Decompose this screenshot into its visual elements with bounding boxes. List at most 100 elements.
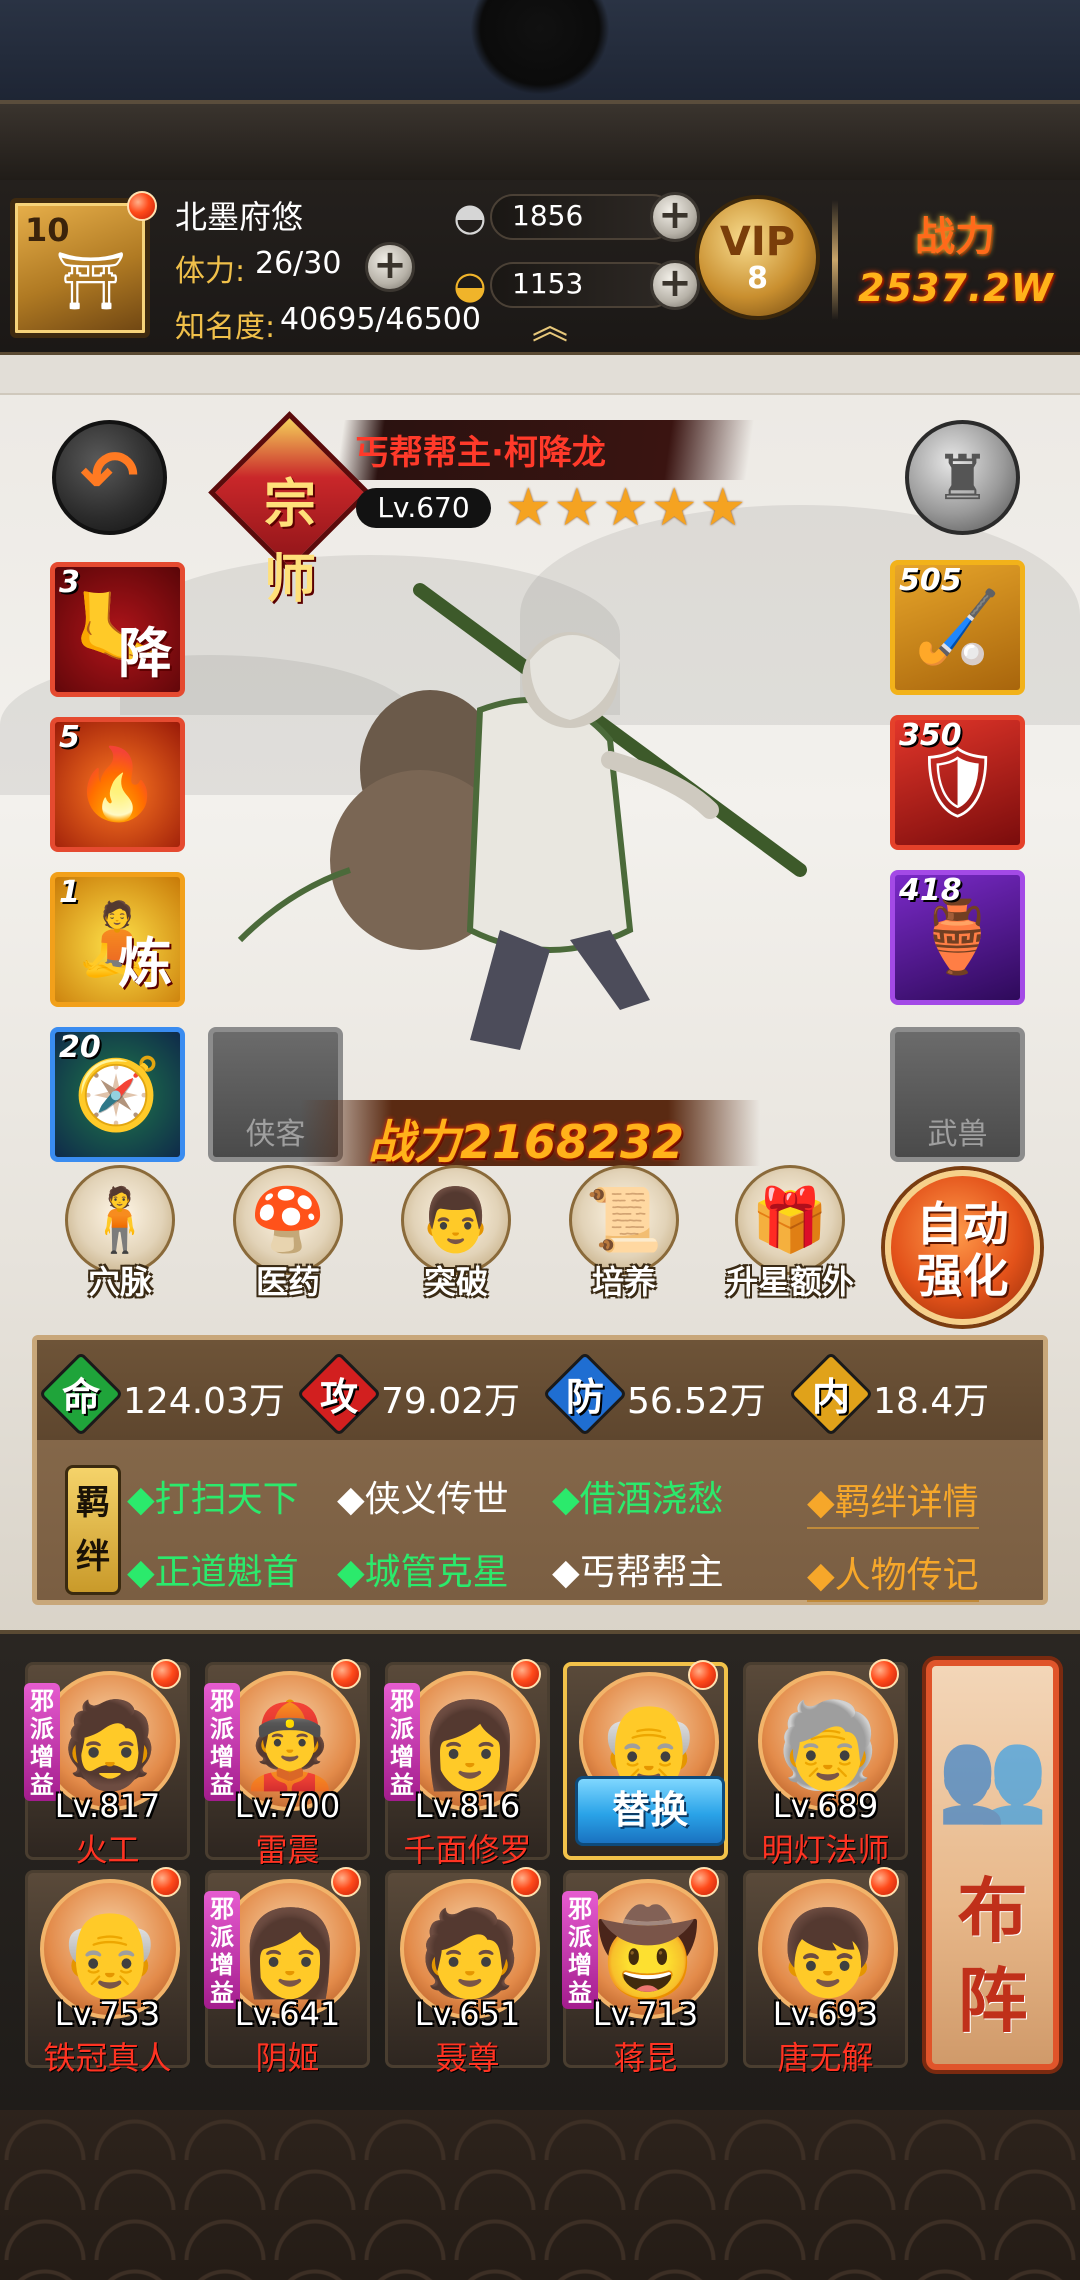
hero-card[interactable]: 👩 邪派增益 Lv.641 阴姬 [204,1867,370,2077]
defense-char: 防 [565,1375,604,1419]
add-gold-button[interactable]: + [650,260,700,310]
add-silver-button[interactable]: + [650,192,700,242]
hero-card-name: 阴姬 [255,2039,320,2077]
hero-card[interactable]: 🧓 Lv.689 明灯法师 [743,1659,908,1869]
equip-slot-weapon[interactable]: 🏑 505 [890,560,1025,695]
skill-level: 1 [59,875,80,910]
skill-slot-2[interactable]: 🔥 5 [50,717,185,852]
gold-amount: 1153 [512,267,584,300]
hero-card[interactable]: 👦 Lv.693 唐无解 [743,1867,908,2077]
notification-dot [127,191,157,221]
notification-dot [331,1867,361,1897]
skill-level: 20 [59,1030,101,1065]
beast-slot[interactable]: 武兽 [890,1027,1025,1162]
pagoda-icon: ⛩ [55,249,127,314]
skill-level: 3 [59,565,80,600]
action-breakthrough[interactable]: 👨 突破 [386,1165,526,1325]
bond-item[interactable]: ◆侠义传世 [337,1470,509,1522]
add-stamina-button[interactable]: + [365,242,415,292]
bond-item[interactable]: ◆丐帮帮主 [552,1543,724,1595]
equip-slot-vessel[interactable]: 🏺 418 [890,870,1025,1005]
gold-ingot-icon: ◒ [453,263,487,307]
hero-card-level: Lv.753 [54,1995,161,2033]
hero-card[interactable]: 🧑 Lv.651 聂尊 [385,1867,550,2077]
hero-card-level: Lv.816 [414,1787,521,1825]
back-button[interactable]: ↶ [52,420,167,535]
silver-ingot-icon: ◓ [453,195,487,239]
action-label: 医药 [255,1263,320,1301]
bond-tag: 羁 绊 [65,1465,121,1595]
hero-card[interactable]: 🧔 邪派增益 Lv.817 火工 [24,1659,190,1869]
stats-panel: 命 124.03万 攻 79.02万 防 56.52万 内 18.4万 羁 绊 … [32,1335,1048,1605]
bond-detail-link[interactable]: ◆羁绊详情 [807,1473,979,1529]
notification-dot [869,1867,899,1897]
hero-name: 丐帮帮主·柯降龙 [355,433,606,473]
equip-level: 418 [899,873,962,908]
notification-dot [151,1659,181,1689]
notification-dot [689,1867,719,1897]
skill-slot-4[interactable]: 🧭 20 [50,1027,185,1162]
hero-figure [237,583,807,1050]
vip-level: 8 [747,261,768,296]
hero-card[interactable]: 🤠 邪派增益 Lv.713 蒋昆 [562,1867,728,2077]
skill-slot-1[interactable]: 🦶 3 降 [50,562,185,697]
defense-value: 56.52万 [627,1381,767,1422]
formation-button[interactable]: 👥 布阵 [926,1660,1059,2070]
action-train[interactable]: 📜 培养 [554,1165,694,1325]
auto-enhance-button[interactable]: 自动 强化 [885,1170,1040,1325]
hero-card[interactable]: 👴 Lv.753 铁冠真人 [25,1867,190,2077]
hero-card-name: 火工 [75,1831,140,1869]
action-label: 升星额外 [725,1263,854,1301]
header-divider [832,200,838,320]
replace-button[interactable]: 替换 [575,1776,725,1846]
hero-card-level: Lv.713 [592,1995,699,2033]
stage-top-bar [0,355,1080,395]
hero-card-name: 雷震 [255,1831,320,1869]
action-label: 培养 [591,1263,656,1301]
player-name: 北墨府悠 [175,198,304,236]
bond-tag-2: 绊 [76,1537,110,1577]
evil-boost-tag: 邪派增益 [562,1891,598,2009]
skill-level: 5 [59,720,80,755]
collapse-arrow-icon[interactable]: ︽ [520,309,580,345]
guardian-icon[interactable]: ♜ [905,420,1020,535]
action-label: 穴脉 [87,1263,152,1301]
hero-power: 战力2168232 [368,1115,685,1169]
action-medicine[interactable]: 🍄 医药 [218,1165,358,1325]
evil-boost-tag: 邪派增益 [24,1683,60,1801]
notification-dot [688,1660,718,1690]
total-power-value: 2537.2W [858,266,1054,310]
evil-boost-tag: 邪派增益 [204,1891,240,2009]
formation-label: 布阵 [957,1870,1028,2042]
vip-badge[interactable]: VIP 8 [695,195,820,320]
attack-value: 79.02万 [381,1381,521,1422]
hero-card[interactable]: 👲 邪派增益 Lv.700 雷震 [204,1659,370,1869]
skill-glyph: 炼 [118,932,172,995]
hero-card-level: Lv.641 [234,1995,341,2033]
roof-ornament [470,0,610,95]
notification-dot [511,1867,541,1897]
biography-link[interactable]: ◆人物传记 [807,1546,979,1602]
action-meridian[interactable]: 🧍 穴脉 [50,1165,190,1325]
notification-dot [151,1867,181,1897]
hero-stars: ★★★★★ [505,478,749,538]
bond-tag-1: 羁 [76,1483,110,1523]
hero-card-selected[interactable]: 👴 替换 [563,1660,728,1860]
player-header: 10 ⛩ 北墨府悠 体力: 26/30 + 知名度: 40695/46500 ◓… [0,180,1080,355]
hero-card-name: 铁冠真人 [43,2039,172,2077]
equip-level: 505 [899,563,962,598]
bond-item[interactable]: ◆正道魁首 [127,1543,299,1595]
bond-item[interactable]: ◆打扫天下 [127,1470,299,1522]
vip-label: VIP [719,219,796,265]
hero-card-name: 聂尊 [435,2039,500,2077]
player-level-badge[interactable]: 10 ⛩ [10,191,157,338]
hero-card[interactable]: 👩 邪派增益 Lv.816 千面修罗 [384,1659,550,1869]
skill-slot-3[interactable]: 🧘 1 炼 [50,872,185,1007]
hero-card-level: Lv.817 [54,1787,161,1825]
bond-item[interactable]: ◆城管克星 [337,1543,509,1595]
bond-item[interactable]: ◆借酒浇愁 [552,1470,724,1522]
hero-card-level: Lv.689 [772,1787,879,1825]
equip-slot-armor[interactable]: 🛡 350 [890,715,1025,850]
hp-char: 命 [61,1375,100,1419]
action-star-up[interactable]: 🎁 升星额外 [710,1165,870,1325]
